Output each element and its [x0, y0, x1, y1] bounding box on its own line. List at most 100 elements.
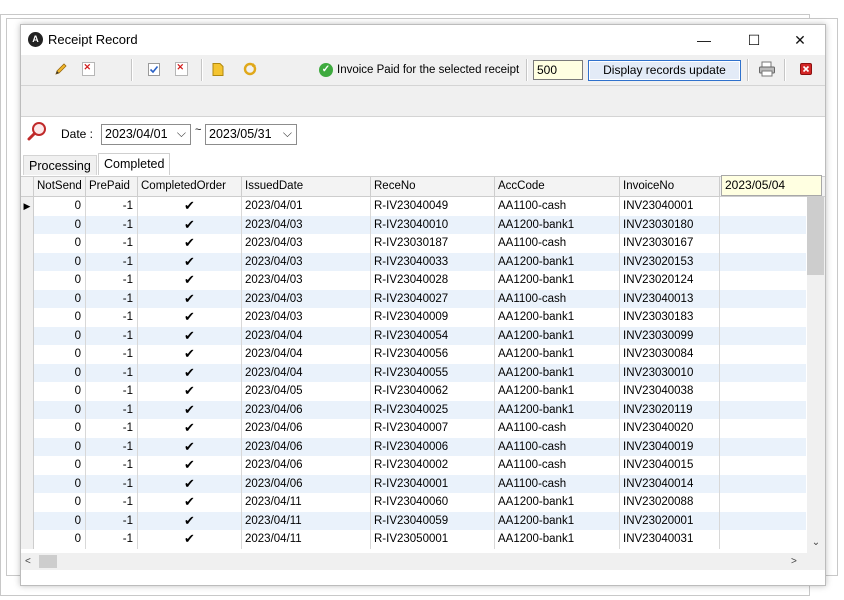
cell-receno[interactable]: R-IV23050001: [371, 530, 495, 549]
cell-receno[interactable]: R-IV23040027: [371, 289, 495, 308]
table-row[interactable]: 0 -1 ✔ 2023/04/03 R-IV23030187 AA1100-cash INV…: [21, 234, 806, 253]
cell-acccode[interactable]: AA1200-bank1: [495, 308, 620, 327]
cell-issueddate[interactable]: 2023/04/03: [242, 308, 371, 327]
cell-prepaid[interactable]: -1: [86, 400, 138, 419]
row-selector[interactable]: [21, 456, 34, 475]
cell-completedorder[interactable]: ✔: [138, 252, 242, 271]
cell-completedorder[interactable]: ✔: [138, 456, 242, 475]
cell-receno[interactable]: R-IV23040059: [371, 511, 495, 530]
cell-prepaid[interactable]: -1: [86, 456, 138, 475]
cell-completedorder[interactable]: ✔: [138, 308, 242, 327]
cell-invoiceno[interactable]: INV23040014: [620, 474, 720, 493]
scroll-down-icon[interactable]: ⌄: [807, 535, 825, 551]
row-selector[interactable]: [21, 215, 34, 234]
cell-completedorder[interactable]: ✔: [138, 289, 242, 308]
note-icon[interactable]: [209, 60, 227, 78]
cell-receno[interactable]: R-IV23040010: [371, 215, 495, 234]
cell-issueddate[interactable]: 2023/04/03: [242, 234, 371, 253]
column-header-invoiceno[interactable]: InvoiceNo: [620, 177, 720, 196]
cell-receno[interactable]: R-IV23040006: [371, 437, 495, 456]
cell-receno[interactable]: R-IV23040062: [371, 382, 495, 401]
cell-receno[interactable]: R-IV23040002: [371, 456, 495, 475]
table-row[interactable]: 0 -1 ✔ 2023/04/04 R-IV23040054 AA1200-bank1 IN…: [21, 326, 806, 345]
cell-invoiceno[interactable]: INV23020119: [620, 400, 720, 419]
cell-issueddate[interactable]: 2023/04/03: [242, 252, 371, 271]
close-icon[interactable]: [797, 60, 815, 78]
cell-issueddate[interactable]: 2023/04/04: [242, 345, 371, 364]
delete-icon[interactable]: [172, 60, 190, 78]
cell-completedorder[interactable]: ✔: [138, 419, 242, 438]
cell-invoiceno[interactable]: INV23020001: [620, 511, 720, 530]
column-header-acccode[interactable]: AccCode: [495, 177, 620, 196]
column-header-notsend[interactable]: NotSend: [34, 177, 86, 196]
row-selector[interactable]: [21, 493, 34, 512]
search-icon[interactable]: [26, 121, 48, 146]
cell-receno[interactable]: R-IV23040054: [371, 326, 495, 345]
cell-completedorder[interactable]: ✔: [138, 437, 242, 456]
row-selector[interactable]: [21, 345, 34, 364]
cell-invoiceno[interactable]: INV23040013: [620, 289, 720, 308]
cell-completedorder[interactable]: ✔: [138, 493, 242, 512]
table-row[interactable]: 0 -1 ✔ 2023/04/11 R-IV23040059 AA1200-bank1 IN…: [21, 511, 806, 530]
cell-prepaid[interactable]: -1: [86, 271, 138, 290]
row-selector[interactable]: [21, 400, 34, 419]
cell-invoiceno[interactable]: INV23030010: [620, 363, 720, 382]
row-selector[interactable]: [21, 289, 34, 308]
cell-prepaid[interactable]: -1: [86, 419, 138, 438]
table-row[interactable]: 0 -1 ✔ 2023/04/03 R-IV23040028 AA1200-bank1 IN…: [21, 271, 806, 290]
cell-invoiceno[interactable]: INV23030167: [620, 234, 720, 253]
cell-issueddate[interactable]: 2023/04/11: [242, 493, 371, 512]
cell-notsend[interactable]: 0: [34, 289, 86, 308]
column-header-receno[interactable]: ReceNo: [371, 177, 495, 196]
cell-completedorder[interactable]: ✔: [138, 197, 242, 216]
cell-notsend[interactable]: 0: [34, 456, 86, 475]
cell-notsend[interactable]: 0: [34, 252, 86, 271]
cell-invoiceno[interactable]: INV23030099: [620, 326, 720, 345]
cell-prepaid[interactable]: -1: [86, 511, 138, 530]
cell-completedorder[interactable]: ✔: [138, 400, 242, 419]
scroll-left-icon[interactable]: <: [25, 553, 31, 570]
row-selector[interactable]: [21, 252, 34, 271]
column-header-completedorder[interactable]: CompletedOrder: [138, 177, 242, 196]
cell-receno[interactable]: R-IV23040033: [371, 252, 495, 271]
cell-issueddate[interactable]: 2023/04/01: [242, 197, 371, 216]
cell-acccode[interactable]: AA1100-cash: [495, 437, 620, 456]
cell-prepaid[interactable]: -1: [86, 493, 138, 512]
cell-acccode[interactable]: AA1200-bank1: [495, 345, 620, 364]
scroll-right-icon[interactable]: >: [791, 553, 797, 570]
cell-completedorder[interactable]: ✔: [138, 363, 242, 382]
cell-invoiceno[interactable]: INV23040038: [620, 382, 720, 401]
row-selector[interactable]: [21, 382, 34, 401]
maximize-button[interactable]: ☐: [731, 28, 777, 52]
cell-notsend[interactable]: 0: [34, 400, 86, 419]
row-selector[interactable]: [21, 419, 34, 438]
cell-invoiceno[interactable]: INV23040019: [620, 437, 720, 456]
record-count-input[interactable]: 500: [533, 60, 583, 80]
cell-invoiceno[interactable]: INV23040020: [620, 419, 720, 438]
cell-issueddate[interactable]: 2023/04/03: [242, 215, 371, 234]
row-selector[interactable]: [21, 234, 34, 253]
row-selector[interactable]: [21, 326, 34, 345]
table-row[interactable]: 0 -1 ✔ 2023/04/04 R-IV23040056 AA1200-bank1 IN…: [21, 345, 806, 364]
row-selector[interactable]: [21, 308, 34, 327]
cell-invoiceno[interactable]: INV23020088: [620, 493, 720, 512]
cell-completedorder[interactable]: ✔: [138, 345, 242, 364]
cell-prepaid[interactable]: -1: [86, 234, 138, 253]
cell-notsend[interactable]: 0: [34, 308, 86, 327]
minimize-button[interactable]: —: [681, 28, 727, 52]
cell-prepaid[interactable]: -1: [86, 289, 138, 308]
cell-notsend[interactable]: 0: [34, 234, 86, 253]
display-records-update-button[interactable]: Display records update: [588, 60, 741, 81]
table-row[interactable]: 0 -1 ✔ 2023/04/03 R-IV23040009 AA1200-bank1 IN…: [21, 308, 806, 327]
cell-prepaid[interactable]: -1: [86, 197, 138, 216]
cell-acccode[interactable]: AA1200-bank1: [495, 326, 620, 345]
cell-completedorder[interactable]: ✔: [138, 271, 242, 290]
column-header-prepaid[interactable]: PrePaid: [86, 177, 138, 196]
printer-icon[interactable]: [758, 60, 776, 78]
row-selector[interactable]: [21, 363, 34, 382]
cell-notsend[interactable]: 0: [34, 493, 86, 512]
cell-receno[interactable]: R-IV23040001: [371, 474, 495, 493]
table-row[interactable]: 0 -1 ✔ 2023/04/06 R-IV23040001 AA1100-cash INV…: [21, 474, 806, 493]
horizontal-scrollbar[interactable]: < >: [21, 553, 825, 570]
cell-acccode[interactable]: AA1200-bank1: [495, 400, 620, 419]
